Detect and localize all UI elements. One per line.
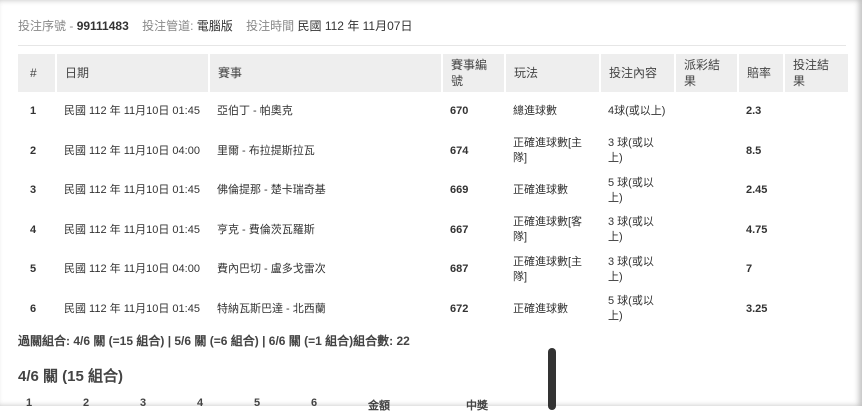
col-header-date: 日期: [55, 54, 209, 92]
combo-col-4: 4: [197, 397, 204, 409]
row-date: 民國 112 年 11月10日 04:00: [64, 263, 200, 276]
col-header-match: 賽事: [208, 54, 442, 92]
table-row: 1 民國 112 年 11月10日 01:45 亞伯丁 - 帕奧克 670 總進…: [18, 92, 848, 132]
row-content: 4球(或以上): [608, 105, 666, 118]
row-payout: [675, 211, 738, 251]
row-payout: [675, 171, 738, 211]
col-header-odds: 賠率: [737, 54, 784, 92]
row-payout: [675, 290, 738, 330]
combination-section-title: 4/6 關 (15 組合): [18, 368, 124, 385]
combo-col-5: 5: [254, 397, 261, 409]
row-odds: 4.75: [746, 223, 768, 236]
serial-label: 投注序號 -: [18, 19, 74, 33]
table-header-row: # 日期 賽事 賽事編號 玩法 投注內容 派彩結果 賠率 投注結果: [18, 54, 848, 92]
row-number: 3: [30, 184, 37, 197]
row-number: 2: [30, 144, 37, 157]
combo-col-amount: 金額: [368, 400, 390, 412]
bet-time-label: 投注時間: [246, 19, 295, 33]
channel-value: 電腦版: [196, 19, 233, 33]
row-result: [784, 92, 848, 132]
row-match: 費內巴切 - 盧多戈雷次: [217, 263, 326, 276]
row-date: 民國 112 年 11月10日 04:00: [64, 144, 200, 157]
combo-col-3: 3: [140, 397, 147, 409]
row-date: 民國 112 年 11月10日 01:45: [64, 105, 200, 118]
col-header-play: 玩法: [504, 54, 600, 92]
row-odds: 8.5: [746, 144, 762, 157]
col-header-payout: 派彩結果: [674, 54, 738, 92]
row-match-code: 672: [450, 302, 469, 315]
row-result: [784, 250, 848, 290]
row-content: 3 球(或以上): [608, 216, 654, 244]
row-number: 5: [30, 263, 37, 276]
row-play: 正確進球數[主隊]: [513, 137, 583, 165]
parlay-combination-summary: 過關組合: 4/6 關 (=15 組合) | 5/6 關 (=6 組合) | 6…: [18, 334, 410, 348]
row-result: [784, 211, 848, 251]
row-match-code: 670: [450, 105, 469, 118]
bet-details-table: # 日期 賽事 賽事編號 玩法 投注內容 派彩結果 賠率 投注結果 1 民國 1…: [18, 54, 848, 329]
row-result: [784, 171, 848, 211]
row-date: 民國 112 年 11月10日 01:45: [64, 184, 200, 197]
row-number: 4: [30, 223, 37, 236]
row-payout: [675, 132, 738, 172]
row-match-code: 687: [450, 263, 469, 276]
combination-table-header: 1 2 3 4 5 6 金額 中獎: [18, 397, 538, 412]
row-date: 民國 112 年 11月10日 01:45: [64, 223, 200, 236]
row-odds: 2.3: [746, 105, 762, 118]
row-payout: [675, 92, 738, 132]
row-result: [784, 290, 848, 330]
row-odds: 3.25: [746, 302, 768, 315]
row-match-code: 669: [450, 184, 469, 197]
col-header-match-code: 賽事編號: [441, 54, 505, 92]
row-play: 正確進球數[客隊]: [513, 216, 583, 244]
col-header-content: 投注內容: [599, 54, 675, 92]
row-date: 民國 112 年 11月10日 01:45: [64, 302, 200, 315]
scroll-handle[interactable]: [548, 348, 556, 410]
row-content: 5 球(或以上): [608, 176, 654, 204]
row-match-code: 674: [450, 144, 469, 157]
bet-info-header: 投注序號 - 99111483 投注管道: 電腦版 投注時間 民國 112 年 …: [18, 17, 846, 34]
row-match-code: 667: [450, 223, 469, 236]
serial-value: 99111483: [76, 19, 129, 33]
row-content: 5 球(或以上): [608, 295, 654, 323]
row-odds: 2.45: [746, 184, 768, 197]
row-odds: 7: [746, 263, 753, 276]
row-play: 正確進球數: [513, 302, 568, 315]
row-number: 6: [30, 302, 37, 315]
row-match: 里爾 - 布拉提斯拉瓦: [217, 144, 315, 157]
row-match: 佛倫提那 - 楚卡瑞奇基: [217, 184, 326, 197]
row-match: 亞伯丁 - 帕奧克: [217, 105, 293, 118]
combo-col-win: 中獎: [466, 400, 488, 412]
row-number: 1: [30, 105, 37, 118]
table-row: 5 民國 112 年 11月10日 04:00 費內巴切 - 盧多戈雷次 687…: [18, 250, 848, 290]
row-play: 總進球數: [513, 105, 557, 118]
table-row: 4 民國 112 年 11月10日 01:45 亨克 - 費倫茨瓦羅斯 667 …: [18, 211, 848, 251]
col-header-number: #: [18, 54, 56, 92]
channel-label: 投注管道:: [142, 19, 194, 33]
row-play: 正確進球數[主隊]: [513, 255, 583, 283]
combo-col-2: 2: [83, 397, 90, 409]
table-row: 2 民國 112 年 11月10日 04:00 里爾 - 布拉提斯拉瓦 674 …: [18, 132, 848, 172]
row-content: 3 球(或以上): [608, 255, 654, 283]
row-payout: [675, 250, 738, 290]
table-row: 6 民國 112 年 11月10日 01:45 特納瓦斯巴達 - 北西蘭 672…: [18, 290, 848, 330]
bet-time-value: 民國 112 年 11月07日: [297, 19, 413, 33]
col-header-result: 投注結果: [783, 54, 848, 92]
header-divider: [18, 45, 846, 46]
row-content: 3 球(或以上): [608, 137, 654, 165]
row-match: 特納瓦斯巴達 - 北西蘭: [217, 302, 326, 315]
combo-col-6: 6: [311, 397, 318, 409]
row-result: [784, 132, 848, 172]
combo-col-1: 1: [26, 397, 33, 409]
row-match: 亨克 - 費倫茨瓦羅斯: [217, 223, 315, 236]
row-play: 正確進球數: [513, 184, 568, 197]
table-row: 3 民國 112 年 11月10日 01:45 佛倫提那 - 楚卡瑞奇基 669…: [18, 171, 848, 211]
